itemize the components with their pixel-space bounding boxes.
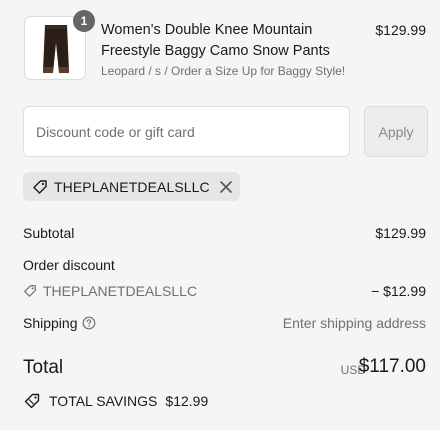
shipping-label: Shipping: [23, 315, 78, 331]
applied-discount-code: THEPLANETDEALSLLC: [54, 178, 210, 195]
savings-value: $12.99: [165, 393, 209, 409]
product-title-line2: Freestyle Baggy Camo Snow Pants: [101, 43, 330, 59]
shipping-value: Enter shipping address: [282, 315, 426, 331]
order-discount-code-row: THEPLANETDEALSLLC: [23, 283, 197, 299]
tag-icon: [33, 179, 47, 194]
quantity-badge: 1: [73, 10, 95, 32]
snow-pants-image: [43, 25, 69, 73]
order-discount-code: THEPLANETDEALSLLC: [43, 283, 198, 299]
product-title: Women's Double Knee Mountain Freestyle B…: [101, 20, 351, 62]
product-price: $129.99: [375, 22, 426, 38]
remove-discount-icon[interactable]: [219, 180, 233, 194]
savings-label: TOTAL SAVINGS: [49, 393, 158, 409]
apply-discount-button[interactable]: Apply: [364, 106, 428, 157]
total-value: $117.00: [358, 356, 426, 377]
product-title-line1: Women's Double Knee Mountain: [101, 22, 313, 38]
order-discount-label: Order discount: [23, 257, 115, 273]
subtotal-value: $129.99: [375, 225, 426, 241]
help-icon[interactable]: [82, 316, 96, 330]
total-label: Total: [23, 357, 64, 378]
order-discount-value: − $12.99: [371, 283, 426, 299]
applied-discount-tag: THEPLANETDEALSLLC: [23, 172, 240, 201]
tag-icon: [24, 285, 36, 297]
total-savings: TOTAL SAVINGS $12.99: [23, 392, 208, 410]
subtotal-label: Subtotal: [23, 225, 75, 241]
product-variant: Leopard / s / Order a Size Up for Baggy …: [101, 64, 346, 78]
savings-tag-icon: [24, 393, 40, 409]
discount-code-input[interactable]: [23, 106, 350, 157]
